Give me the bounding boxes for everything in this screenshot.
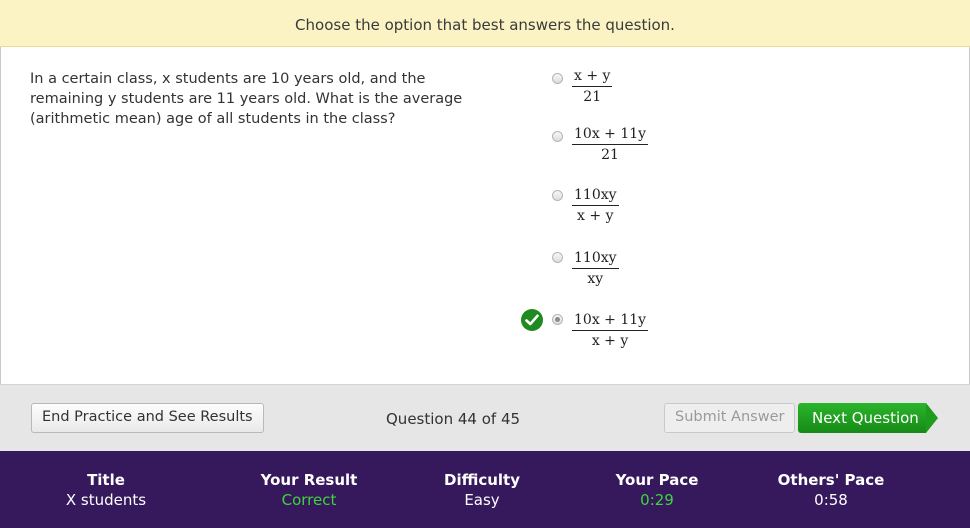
stat-value: 0:58 [814, 491, 848, 509]
stat-value: X students [65, 491, 147, 509]
radio-button-selected[interactable] [552, 314, 563, 325]
numerator: 10x + 11y [572, 312, 649, 331]
submit-answer-button[interactable]: Submit Answer [664, 403, 796, 433]
stat-difficulty: Difficulty Easy [432, 470, 532, 510]
instruction-banner: Choose the option that best answers the … [0, 0, 970, 47]
stat-label: Difficulty [444, 471, 520, 489]
question-text: In a certain class, x students are 10 ye… [30, 71, 463, 127]
fraction: 10x + 11y 21 [572, 126, 649, 163]
denominator: xy [587, 271, 604, 287]
stat-result: Your Result Correct [249, 470, 369, 510]
stat-value: 0:29 [640, 491, 674, 509]
stat-value: Correct [281, 491, 337, 509]
next-question-button[interactable]: Next Question [798, 403, 938, 433]
numerator: x + y [572, 68, 613, 87]
radio-button[interactable] [552, 73, 563, 84]
radio-button[interactable] [552, 252, 563, 263]
numerator: 110xy [572, 187, 619, 206]
stat-label: Your Pace [615, 471, 699, 489]
denominator: x + y [591, 333, 629, 349]
question-counter: Question 44 of 45 [386, 410, 521, 428]
denominator: x + y [577, 208, 614, 224]
radio-button[interactable] [552, 131, 563, 142]
radio-button[interactable] [552, 190, 563, 201]
stat-label: Others' Pace [777, 471, 885, 489]
stats-bar: Title X students Your Result Correct Dif… [0, 451, 970, 528]
stat-others-pace: Others' Pace 0:58 [771, 470, 891, 510]
correct-check-icon [521, 309, 543, 331]
fraction: 110xy x + y [572, 187, 619, 224]
stat-title: Title X students [56, 470, 156, 510]
denominator: 21 [583, 89, 602, 105]
numerator: 10x + 11y [572, 126, 649, 145]
stat-label: Title [87, 471, 125, 489]
fraction: 10x + 11y x + y [572, 312, 649, 349]
end-practice-button[interactable]: End Practice and See Results [31, 403, 264, 433]
stat-value: Easy [464, 491, 500, 509]
fraction: 110xy xy [572, 250, 619, 287]
numerator: 110xy [572, 250, 619, 269]
stat-your-pace: Your Pace 0:29 [607, 470, 707, 510]
stat-label: Your Result [260, 471, 358, 489]
fraction: x + y 21 [572, 68, 613, 105]
action-toolbar: End Practice and See Results Question 44… [0, 384, 970, 452]
denominator: 21 [601, 147, 619, 163]
